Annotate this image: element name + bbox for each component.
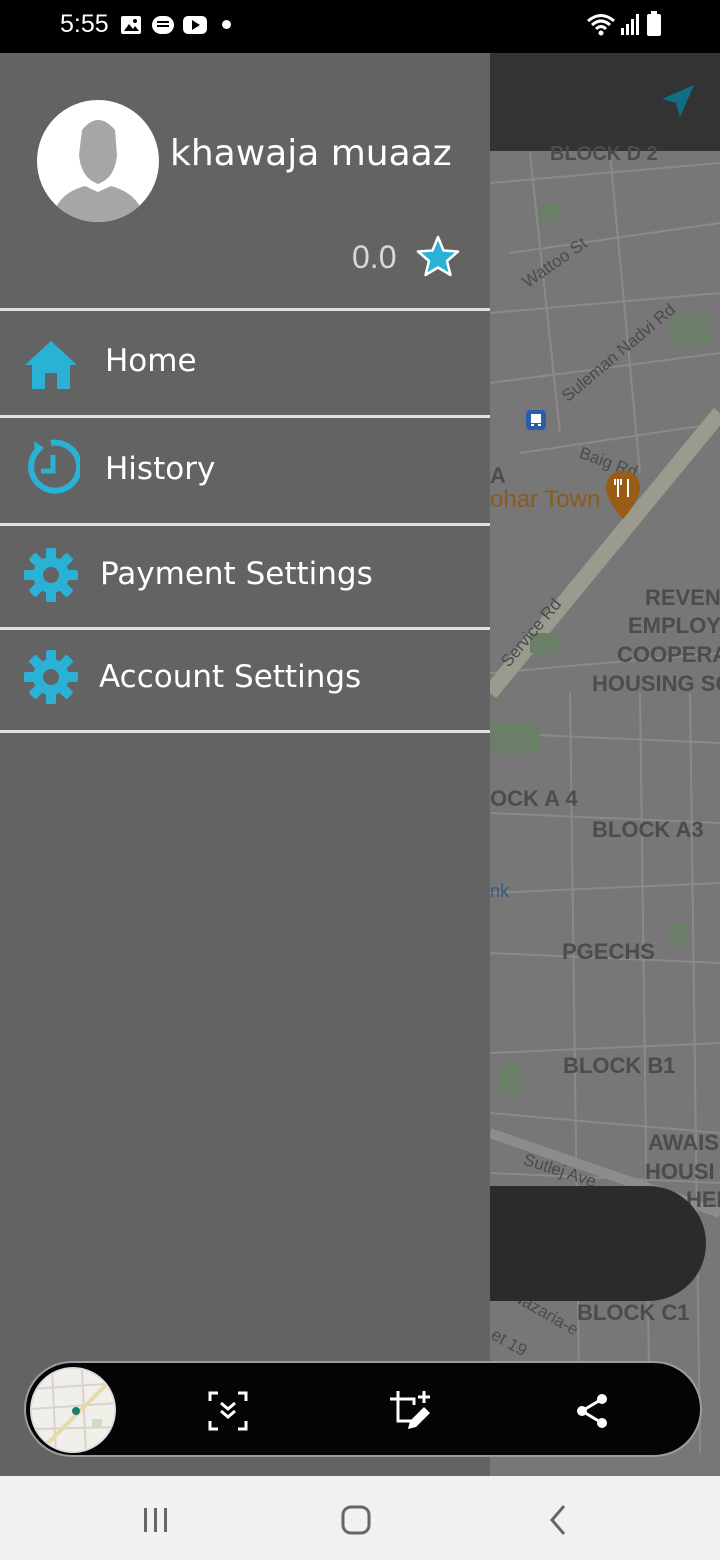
map-label: OCK A 4 — [490, 786, 578, 811]
menu-label-payment-settings: Payment Settings — [100, 556, 373, 592]
map-label: HOUSING SC — [592, 671, 720, 696]
bus-stop-icon — [526, 410, 546, 430]
scroll-capture-icon[interactable] — [206, 1389, 250, 1433]
youtube-icon — [183, 16, 207, 34]
menu-item-account-settings[interactable]: Account Settings — [0, 630, 490, 734]
user-name: khawaja muaaz — [170, 133, 452, 174]
map-label: nk — [490, 881, 510, 901]
battery-icon — [647, 11, 661, 36]
map-label: EMPLOY — [628, 613, 720, 638]
map-label: BLOCK C1 — [577, 1300, 690, 1325]
map-header-bar — [490, 53, 720, 151]
home-circle-icon[interactable] — [336, 1500, 376, 1540]
star-icon — [416, 235, 460, 277]
rating-value: 0.0 — [352, 239, 397, 275]
map-label: PGECHS — [562, 939, 655, 964]
signal-icon — [621, 14, 639, 35]
gear-icon — [24, 650, 78, 704]
dot-icon — [222, 20, 231, 29]
back-icon[interactable] — [538, 1500, 578, 1540]
screenshot-thumbnail[interactable] — [30, 1367, 116, 1453]
navigation-arrow-icon[interactable] — [660, 83, 696, 119]
message-icon — [152, 16, 174, 34]
map-thumbnail-image — [32, 1369, 114, 1451]
home-icon — [25, 341, 77, 389]
map-label: ohar Town — [490, 486, 601, 513]
edit-crop-icon[interactable] — [388, 1389, 432, 1433]
navigation-drawer: khawaja muaaz 0.0 Home History Payment S… — [0, 53, 490, 1476]
menu-label-home: Home — [105, 343, 197, 379]
gear-icon — [24, 548, 78, 602]
avatar[interactable] — [37, 100, 159, 222]
share-icon[interactable] — [570, 1389, 614, 1433]
image-icon — [121, 16, 141, 34]
map-label: BLOCK D 2 — [550, 143, 658, 165]
divider — [0, 730, 490, 733]
user-silhouette-icon — [52, 120, 145, 222]
screenshot-toolbar — [24, 1361, 702, 1457]
status-time: 5:55 — [60, 10, 109, 38]
recents-icon[interactable] — [136, 1500, 176, 1540]
map-label: BLOCK A3 — [592, 817, 704, 842]
menu-item-home[interactable]: Home — [0, 311, 490, 415]
map-view[interactable]: BLOCK D 2 A ohar Town REVEN EMPLOY COOPE… — [490, 53, 720, 1476]
map-label: REVEN — [645, 585, 720, 610]
menu-label-history: History — [105, 451, 216, 487]
menu-label-account-settings: Account Settings — [99, 659, 362, 695]
map-bottom-card[interactable] — [490, 1186, 706, 1301]
restaurant-pin-icon[interactable] — [604, 469, 642, 521]
wifi-icon — [587, 14, 615, 36]
menu-item-payment-settings[interactable]: Payment Settings — [0, 526, 490, 630]
system-nav-bar — [0, 1476, 720, 1560]
map-label: BLOCK B1 — [563, 1053, 676, 1078]
map-label: AWAIS — [648, 1130, 719, 1155]
status-bar: 5:55 — [0, 0, 720, 53]
history-icon — [28, 439, 80, 494]
map-label: HOUSI — [645, 1159, 715, 1184]
menu-item-history[interactable]: History — [0, 418, 490, 522]
map-label: COOPERA — [617, 642, 720, 667]
